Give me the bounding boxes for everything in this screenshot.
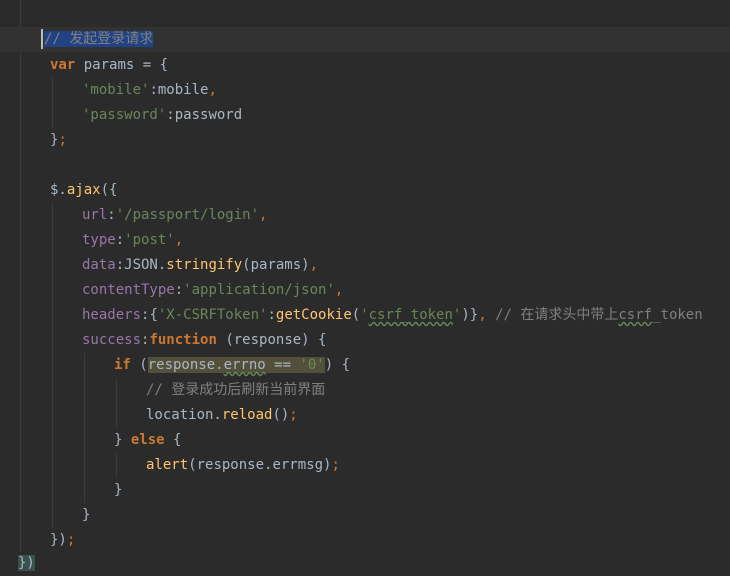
code-text: :password (166, 107, 243, 123)
code-text: :JSON. (115, 257, 167, 273)
code-text: { (164, 432, 182, 448)
code-text: (params) (242, 257, 310, 273)
punctuation: , (259, 207, 268, 223)
code-text: : (267, 307, 276, 323)
code-line[interactable]: type:'post', (0, 228, 730, 253)
code-text: ( (130, 357, 148, 373)
code-line[interactable]: alert(response.errmsg); (0, 453, 730, 478)
code-line[interactable]: // 登录成功后刷新当前界面 (0, 378, 730, 403)
code-text: response. (147, 357, 224, 373)
code-line[interactable]: } else { (0, 428, 730, 453)
function-name: reload (221, 407, 273, 423)
string: 'mobile' (82, 82, 150, 98)
code-line[interactable]: var params = { (0, 53, 730, 78)
string: csrf_token (368, 307, 453, 323)
property: type (82, 232, 116, 248)
punctuation: , (334, 282, 344, 298)
code-text: } (114, 482, 123, 498)
code-line[interactable]: } (0, 478, 730, 503)
text-caret (41, 29, 43, 49)
property: success (82, 332, 142, 348)
keyword: if (114, 357, 131, 373)
code-text: :mobile (149, 82, 209, 98)
code-text: location. (146, 407, 222, 423)
punctuation: , (309, 257, 319, 273)
string: 'post' (124, 232, 175, 248)
code-line[interactable]: if (response.errno == '0') { (0, 353, 730, 378)
string: '0' (299, 357, 325, 373)
code-line[interactable]: } (0, 503, 730, 528)
keyword: var (50, 57, 76, 73)
code-line[interactable]: }) (0, 551, 730, 576)
code-text: }) (50, 532, 67, 548)
punctuation: ; (331, 457, 340, 473)
code-text: } (114, 432, 131, 448)
comment: // 发起登录请求 (44, 31, 154, 47)
string: ' (360, 307, 369, 323)
property: contentType (82, 282, 175, 298)
keyword: else (130, 432, 165, 448)
code-line[interactable]: data:JSON.stringify(params), (0, 253, 730, 278)
property: headers (82, 307, 142, 323)
comment: // 在请求头中带上 (486, 307, 619, 323)
code-line[interactable]: 'mobile':mobile, (0, 78, 730, 103)
function-name: ajax (66, 182, 101, 198)
code-text: ( (351, 307, 361, 323)
code-text: : (107, 207, 116, 223)
punctuation: , (174, 232, 184, 248)
string: 'X-CSRFToken' (157, 307, 268, 323)
code-line[interactable]: // 发起登录请求 (0, 27, 730, 52)
code-line[interactable]: 'password':password (0, 103, 730, 128)
code-text: ({ (100, 182, 118, 198)
code-line[interactable]: url:'/passport/login', (0, 203, 730, 228)
function-name: alert (146, 457, 189, 473)
code-text: $. (50, 182, 67, 198)
comment: // 登录成功后刷新当前界面 (146, 382, 326, 398)
property: url (82, 207, 108, 223)
function-name: stringify (166, 257, 243, 273)
string: 'password' (82, 107, 167, 123)
string: 'application/json' (183, 282, 335, 298)
punctuation: ; (58, 132, 67, 148)
code-text: () (272, 407, 290, 423)
function-name: getCookie (275, 307, 352, 323)
code-text: ) { (324, 357, 351, 373)
punctuation: , (478, 307, 487, 323)
code-text: : (115, 232, 125, 248)
code-editor[interactable]: // 发起登录请求 var params = { 'mobile':mobile… (0, 0, 730, 574)
keyword: function (149, 332, 217, 348)
code-text: (response.errmsg) (188, 457, 332, 473)
code-text: (response) { (216, 332, 327, 348)
code-text: )} (461, 307, 479, 323)
code-line[interactable]: $.ajax({ (0, 178, 730, 203)
string: '/passport/login' (115, 207, 260, 223)
property: data (82, 257, 116, 273)
code-text: } (82, 507, 91, 523)
code-line[interactable]: }); (0, 528, 730, 553)
code-line[interactable]: headers:{'X-CSRFToken':getCookie('csrf_t… (0, 303, 730, 328)
code-text: }) (18, 555, 35, 571)
punctuation: , (208, 82, 217, 98)
code-line[interactable]: success:function (response) { (0, 328, 730, 353)
punctuation: ; (66, 532, 76, 548)
code-text: params = { (75, 57, 169, 73)
code-text: errno (223, 357, 266, 373)
code-line[interactable]: contentType:'application/json', (0, 278, 730, 303)
punctuation: ; (289, 407, 298, 423)
comment: csrf (618, 307, 653, 323)
comment: _token (652, 307, 703, 323)
code-line[interactable]: location.reload(); (0, 403, 730, 428)
code-line[interactable]: }; (0, 128, 730, 153)
code-text: : (174, 282, 184, 298)
code-text: :{ (141, 307, 158, 323)
code-text: == (265, 357, 300, 373)
